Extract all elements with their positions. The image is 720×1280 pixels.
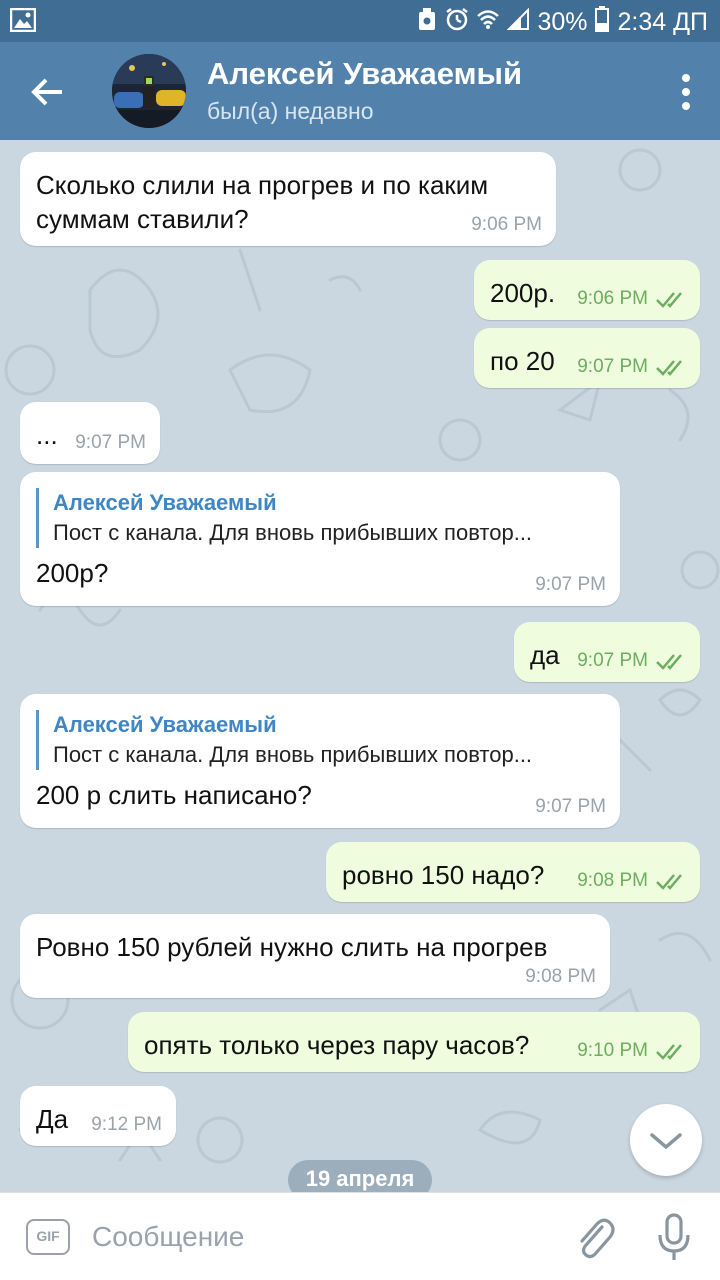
- reply-preview[interactable]: Алексей Уважаемый Пост с канала. Для вно…: [36, 710, 604, 770]
- reply-preview[interactable]: Алексей Уважаемый Пост с канала. Для вно…: [36, 488, 604, 548]
- arrow-left-icon: [31, 78, 62, 106]
- message-text: Ровно 150 рублей нужно слить на прогрев: [36, 932, 548, 962]
- message-input[interactable]: [92, 1215, 532, 1259]
- message-text: 200 р слить написано?: [36, 780, 312, 810]
- message-time: 9:07 PM: [535, 796, 606, 817]
- signal-icon: [507, 7, 530, 37]
- message-incoming[interactable]: ... 9:07 PM: [20, 402, 160, 464]
- message-time: 9:06 PM: [577, 288, 648, 309]
- paperclip-icon: [580, 1218, 615, 1259]
- microphone-icon: [658, 1213, 690, 1260]
- recycle-icon: [417, 6, 437, 39]
- date-divider: 19 апреля: [288, 1160, 432, 1192]
- battery-icon: [595, 6, 610, 39]
- reply-text: Пост с канала. Для вновь прибывших повто…: [53, 520, 533, 545]
- last-seen-status: был(а) недавно: [207, 98, 374, 124]
- avatar[interactable]: [112, 54, 186, 128]
- double-check-icon: [656, 292, 682, 308]
- alarm-icon: [445, 7, 469, 38]
- message-time: 9:07 PM: [75, 432, 146, 453]
- message-incoming[interactable]: Сколько слили на прогрев и по каким сумм…: [20, 152, 556, 246]
- message-outgoing[interactable]: по 20 9:07 PM: [474, 328, 700, 388]
- contact-name[interactable]: Алексей Уважаемый: [207, 56, 522, 92]
- chevron-down-icon: [650, 1133, 682, 1150]
- status-bar: 30% 2:34 ДП: [0, 0, 720, 42]
- message-outgoing[interactable]: 200р. 9:06 PM: [474, 260, 700, 320]
- clock: 2:34 ДП: [617, 8, 708, 36]
- message-time: 9:12 PM: [91, 1114, 162, 1135]
- message-time: 9:07 PM: [577, 356, 648, 377]
- message-outgoing[interactable]: опять только через пару часов? 9:10 PM: [128, 1012, 700, 1072]
- message-text: 200р?: [36, 558, 109, 588]
- back-button[interactable]: [26, 70, 70, 114]
- reply-text: Пост с канала. Для вновь прибывших повто…: [53, 742, 533, 767]
- message-time: 9:08 PM: [525, 966, 596, 987]
- message-incoming[interactable]: Да 9:12 PM: [20, 1086, 176, 1146]
- attach-button[interactable]: [572, 1213, 616, 1261]
- message-time: 9:07 PM: [577, 650, 648, 671]
- chat-header: Алексей Уважаемый был(а) недавно: [0, 42, 720, 140]
- voice-record-button[interactable]: [654, 1211, 694, 1263]
- double-check-icon: [656, 1044, 682, 1060]
- scroll-to-bottom-button[interactable]: [630, 1104, 702, 1176]
- message-time: 9:06 PM: [471, 214, 542, 235]
- more-vertical-icon: [682, 74, 690, 110]
- reply-author: Алексей Уважаемый: [53, 712, 277, 737]
- message-text: Сколько слили на прогрев и по каким сумм…: [36, 170, 489, 234]
- message-time: 9:07 PM: [535, 574, 606, 595]
- double-check-icon: [656, 874, 682, 890]
- message-outgoing[interactable]: ровно 150 надо? 9:08 PM: [326, 842, 700, 902]
- message-incoming-reply[interactable]: Алексей Уважаемый Пост с канала. Для вно…: [20, 472, 620, 606]
- wifi-icon: [477, 8, 500, 37]
- gallery-notification-icon: [9, 7, 37, 37]
- message-time: 9:08 PM: [577, 870, 648, 891]
- message-time: 9:10 PM: [577, 1040, 648, 1061]
- reply-author: Алексей Уважаемый: [53, 490, 277, 515]
- message-composer: GIF: [0, 1192, 720, 1280]
- message-incoming-reply[interactable]: Алексей Уважаемый Пост с канала. Для вно…: [20, 694, 620, 828]
- double-check-icon: [656, 360, 682, 376]
- battery-percent: 30%: [537, 8, 588, 36]
- double-check-icon: [656, 654, 682, 670]
- message-list[interactable]: Сколько слили на прогрев и по каким сумм…: [0, 140, 720, 1192]
- message-outgoing[interactable]: да 9:07 PM: [514, 622, 700, 682]
- message-incoming[interactable]: Ровно 150 рублей нужно слить на прогрев …: [20, 914, 610, 998]
- gif-button[interactable]: GIF: [26, 1219, 70, 1255]
- menu-button[interactable]: [680, 72, 692, 112]
